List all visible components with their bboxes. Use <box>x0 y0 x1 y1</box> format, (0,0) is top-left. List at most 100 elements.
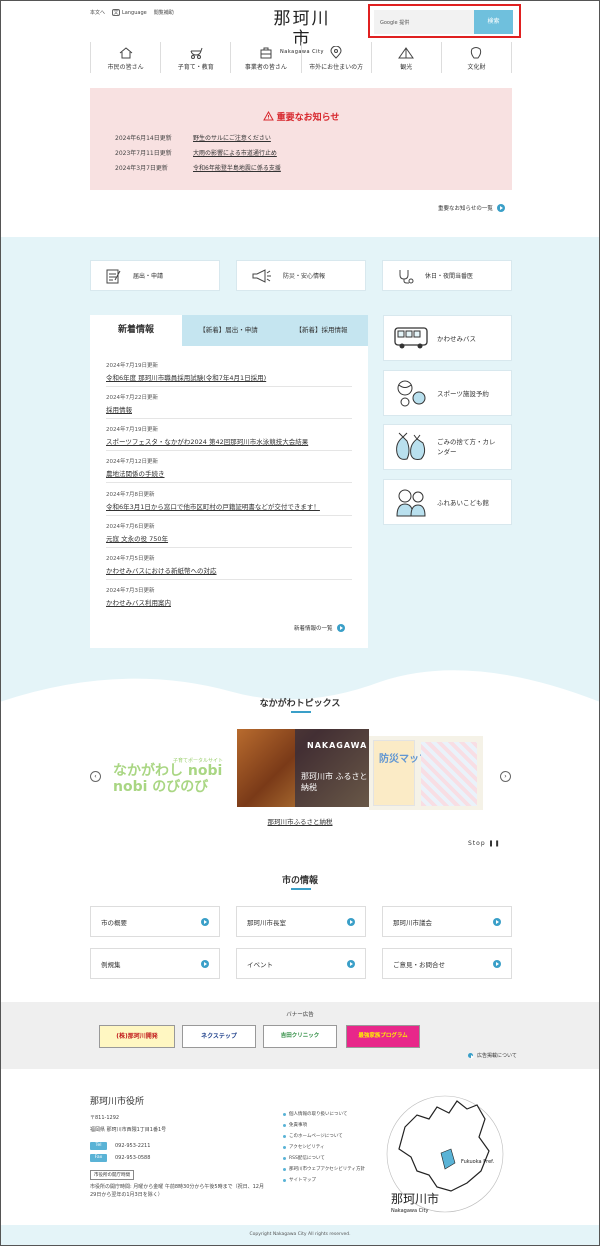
city-info-regulations[interactable]: 例規集 <box>90 948 220 979</box>
banner-ad-yoshida-clinic[interactable]: 吉田クリニック <box>263 1025 337 1048</box>
tab-news-recruit[interactable]: 【新着】採用情報 <box>275 315 368 346</box>
banner-ad-nextep[interactable]: ネクステップ <box>182 1025 256 1048</box>
utility-links: 本文へ 文 Language 閲覧補助 <box>90 9 174 16</box>
megaphone-icon <box>252 268 271 283</box>
map-sheet <box>421 742 477 806</box>
hours-tag[interactable]: 市役所の開庁時間 <box>90 1170 134 1180</box>
city-info-contact[interactable]: ご意見・お問合せ <box>382 948 512 979</box>
footer-link-about-site[interactable]: このホームページについて <box>283 1133 343 1139</box>
fukuoka-map-illustration: Fukuoka Pref. 那珂川市 Nakagawa City <box>386 1095 504 1214</box>
side-link-garbage[interactable]: ごみの捨て方・カレンダー <box>383 424 512 470</box>
arrow-circle-icon <box>347 959 355 968</box>
house-icon <box>119 47 132 59</box>
banner-ad-family-program[interactable]: 最強家族プログラム <box>346 1025 420 1048</box>
nav-cultural-assets[interactable]: 文化財 <box>442 42 513 73</box>
news-link[interactable]: 令和6年度 那珂川市職員採用試験(令和7年4月1日採用) <box>106 374 266 382</box>
footer-fax: 092-953-0588 <box>115 1155 151 1161</box>
news-link[interactable]: スポーツフェスタ・なかがわ2024 第42回那珂川市水泳競技大会結果 <box>106 438 308 446</box>
city-info-underline <box>291 888 311 890</box>
slide-furusato-title: 那珂川市 ふるさと納税 <box>301 772 368 792</box>
garbage-bag-icon <box>396 432 426 460</box>
news-link[interactable]: かわせみバス利用案内 <box>106 599 171 607</box>
footer-link-accessibility[interactable]: アクセシビリティ <box>283 1144 325 1150</box>
notice-link[interactable]: 大雨の影響による市道通行止め <box>193 148 277 157</box>
news-link[interactable]: 農地法関係の手続き <box>106 470 165 478</box>
city-info-mayor[interactable]: 那珂川市長室 <box>236 906 366 937</box>
nav-non-residents[interactable]: 市外にお住まいの方 <box>302 42 372 73</box>
news-more-link[interactable]: 新着情報の一覧 <box>294 624 345 632</box>
carousel-stop-button[interactable]: Stop ❚❚ <box>468 840 501 847</box>
tab-news-forms[interactable]: 【新着】届出・申請 <box>182 315 275 346</box>
map-logo-kanji: 那珂川市 <box>391 1191 439 1206</box>
map-pref-label: Fukuoka Pref. <box>461 1159 495 1165</box>
skip-to-content-link[interactable]: 本文へ <box>90 9 105 16</box>
language-link[interactable]: 文 Language <box>112 9 147 16</box>
banner-about-link[interactable]: 広告掲載について <box>468 1052 517 1059</box>
global-nav: 市民の皆さん 子育て・教育 事業者の皆さん 市外にお住まいの方 観光 文化財 <box>90 42 513 73</box>
quick-link-disaster[interactable]: 防災・安心情報 <box>236 260 366 291</box>
news-link[interactable]: かわせみバスにおける新紙幣への対応 <box>106 567 217 575</box>
notice-link[interactable]: 令和6年能登半島地震に係る支援 <box>193 163 281 172</box>
news-item: 2024年7月19日更新 令和6年度 那珂川市職員採用試験(令和7年4月1日採用… <box>106 361 352 387</box>
notice-link[interactable]: 野生のサルにご注意ください <box>193 133 271 142</box>
banner-title: バナー広告 <box>286 1012 314 1018</box>
slide-furusato[interactable]: NAKAGAWA 那珂川市 ふるさと納税 <box>237 729 369 807</box>
slide-bousai-map[interactable]: 防災マップ <box>369 736 483 810</box>
side-link-bus[interactable]: かわせみバス <box>383 315 512 361</box>
nobinobi-logo: なかがわし nobi nobi のびのび <box>113 763 223 795</box>
side-link-children[interactable]: ふれあいこども館 <box>383 479 512 525</box>
nav-childcare[interactable]: 子育て・教育 <box>161 42 232 73</box>
notice-item: 2024年6月14日更新 野生のサルにご注意ください <box>115 133 271 142</box>
banner-ad-nakagawa-kaihatsu[interactable]: (株)那珂川開発 <box>99 1025 175 1048</box>
side-link-sports[interactable]: スポーツ施設予約 <box>383 370 512 416</box>
footer-link-accessibility-policy[interactable]: 那珂川市ウェブアクセシビリティ方針 <box>283 1166 365 1172</box>
copyright: Copyright Nakagawa City All rights reser… <box>1 1225 599 1245</box>
news-item: 2024年7月22日更新 採用情報 <box>106 393 352 419</box>
carousel-prev-button[interactable]: ‹ <box>90 771 101 782</box>
arrow-circle-icon <box>347 917 355 926</box>
news-item: 2024年7月3日更新 かわせみバス利用案内 <box>106 588 171 607</box>
footer-link-rss[interactable]: RSS配信について <box>283 1155 325 1161</box>
footer-link-sitemap[interactable]: サイトマップ <box>283 1177 316 1183</box>
search-input[interactable]: Google 提供 <box>374 10 474 34</box>
nav-citizens[interactable]: 市民の皆さん <box>91 42 162 73</box>
tab-news[interactable]: 新着情報 <box>90 315 182 346</box>
slide-nobinobi[interactable]: 子育てポータルサイト なかがわし nobi nobi のびのび <box>113 749 238 809</box>
search-button[interactable]: 検索 <box>474 10 513 34</box>
artifact-icon <box>471 47 482 59</box>
nav-tourism[interactable]: 観光 <box>372 42 442 73</box>
map-logo-roman: Nakagawa City <box>391 1208 428 1214</box>
language-icon: 文 <box>112 9 121 16</box>
quick-link-forms[interactable]: 届出・申請 <box>90 260 220 291</box>
footer-hours: 市役所の開庁時間: 月曜から金曜 午前8時30分から午後5時まで（祝日、12月2… <box>90 1184 264 1198</box>
slide-caption[interactable]: 那珂川市ふるさと納税 <box>1 816 599 826</box>
footer-postal: 〒811-1292 <box>90 1115 120 1121</box>
side-link-garbage-label: ごみの捨て方・カレンダー <box>437 438 496 456</box>
city-info-council[interactable]: 那珂川市議会 <box>382 906 512 937</box>
news-item: 2024年7月12日更新 農地法関係の手続き <box>106 457 352 483</box>
arrow-circle-icon <box>201 917 209 926</box>
city-info-title: 市の情報 <box>281 876 318 886</box>
news-panel: 新着情報 【新着】届出・申請 【新着】採用情報 2024年7月19日更新 令和6… <box>90 315 368 648</box>
arrow-circle-icon <box>493 959 501 968</box>
bus-icon <box>394 327 428 349</box>
accessibility-link[interactable]: 閲覧補助 <box>154 9 174 16</box>
notice-title: 重要なお知らせ <box>90 110 512 124</box>
carousel-next-button[interactable]: › <box>500 771 511 782</box>
news-link[interactable]: 令和6年3月1日から窓口で他市区町村の戸籍証明書などが交付できます！ <box>106 503 320 511</box>
notice-item: 2023年7月11日更新 大雨の影響による市道通行止め <box>115 148 277 157</box>
nav-business[interactable]: 事業者の皆さん <box>231 42 302 73</box>
footer-link-privacy[interactable]: 個人情報の取り扱いについて <box>283 1111 347 1117</box>
alert-icon <box>262 110 274 124</box>
notice-more-link[interactable]: 重要なお知らせの一覧 <box>438 204 505 212</box>
quick-link-doctor[interactable]: 休日・夜間当番医 <box>382 260 512 291</box>
news-item: 2024年7月19日更新 スポーツフェスタ・なかがわ2024 第42回那珂川市水… <box>106 425 352 451</box>
city-info-overview[interactable]: 市の概要 <box>90 906 220 937</box>
city-info-events[interactable]: イベント <box>236 948 366 979</box>
footer-link-disclaimer[interactable]: 免責事項 <box>283 1122 307 1128</box>
fax-label: Fax <box>90 1154 107 1162</box>
news-link[interactable]: 採用情報 <box>106 406 132 414</box>
stroller-icon <box>190 47 203 59</box>
news-link[interactable]: 元寇 文永の役 750年 <box>106 535 168 543</box>
office-icon <box>260 47 272 59</box>
